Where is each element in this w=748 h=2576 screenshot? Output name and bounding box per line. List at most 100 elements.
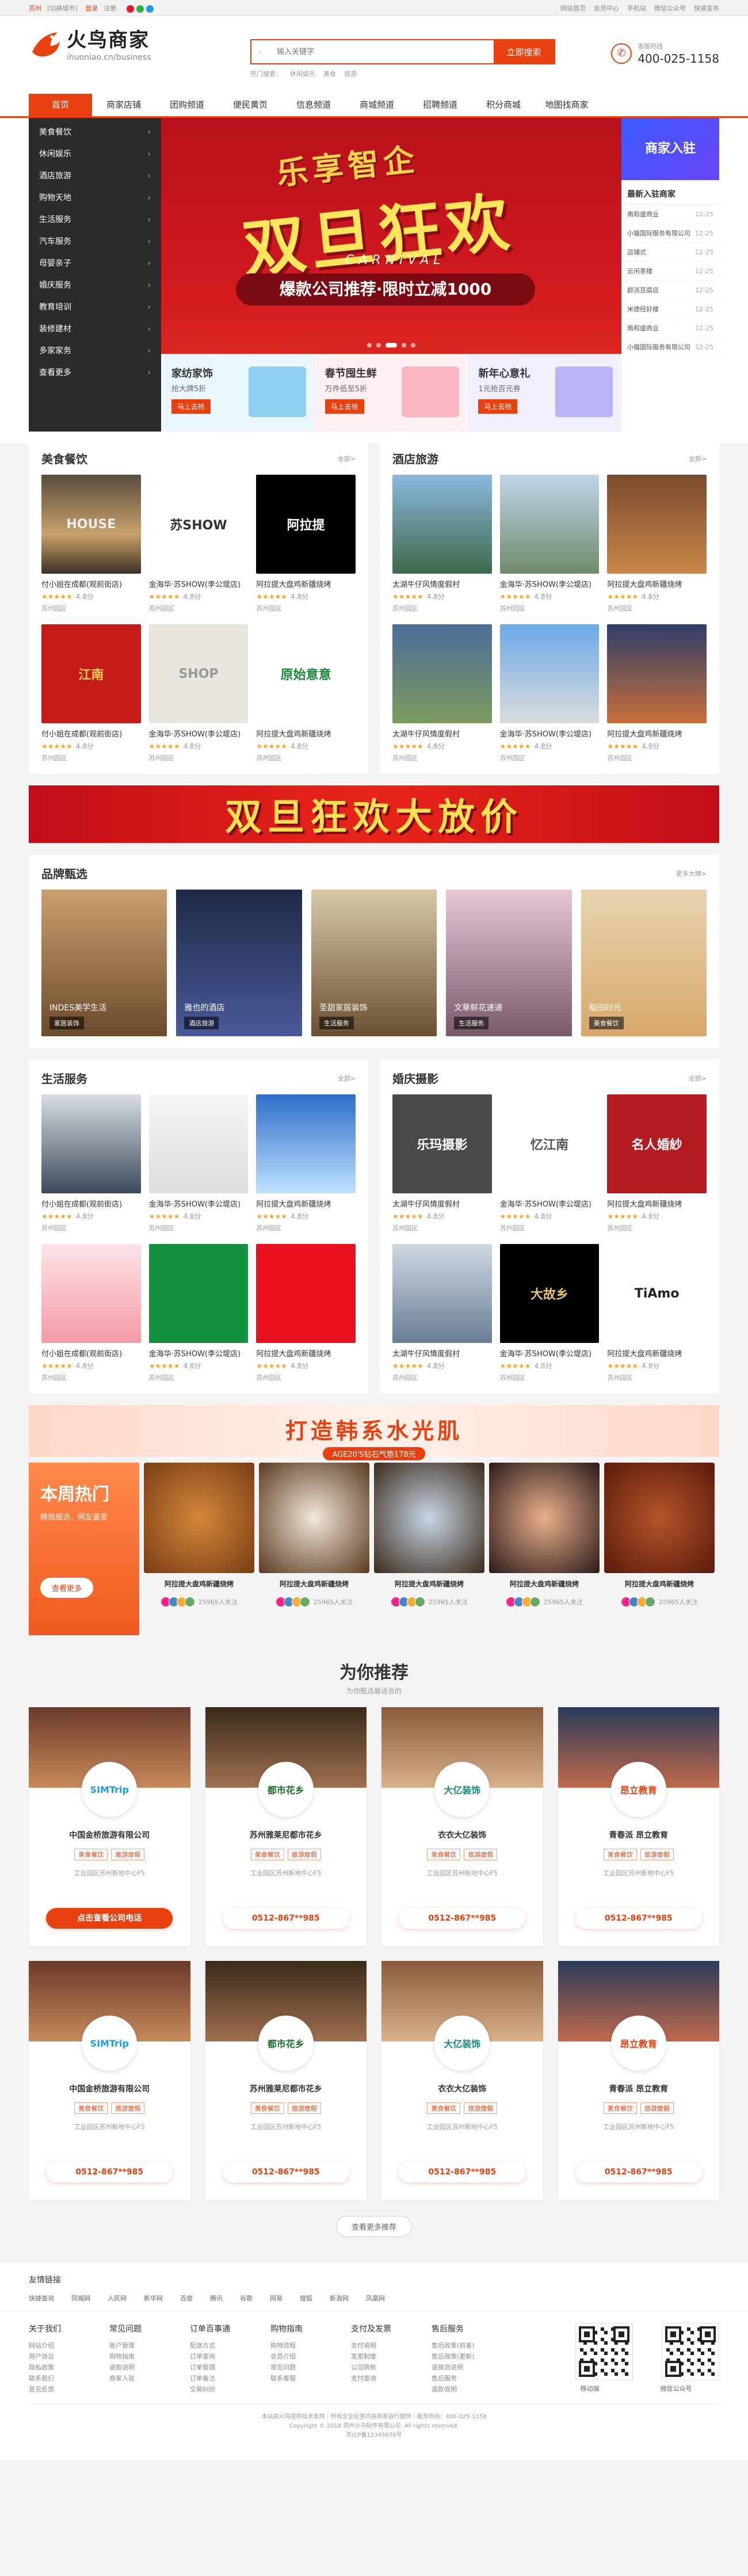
footer-link[interactable]: 配送方式 — [190, 2340, 270, 2351]
phone-button[interactable]: 0512-867**985 — [222, 1908, 349, 1929]
phone-button[interactable]: 0512-867**985 — [222, 2162, 349, 2182]
site-logo[interactable]: 火鸟商家 ihuoniao.cn/business — [29, 29, 151, 62]
phone-button[interactable]: 0512-867**985 — [399, 1908, 526, 1929]
merchant-card[interactable]: 大故乡 金海华·苏SHOW(李公堤店) ★★★★★ 4.8分 苏州园区 — [499, 1244, 600, 1382]
footer-link[interactable]: 发票制度 — [351, 2351, 432, 2362]
new-merchant-item[interactable]: 南和盛商业 12-25 — [621, 205, 719, 224]
brand-card[interactable]: 雅也的酒店 酒店旅游 — [176, 890, 302, 1036]
merchant-card[interactable]: 阿拉提大盘鸡新疆烧烤 ★★★★★ 4.8分 苏州园区 — [256, 1244, 356, 1382]
merchant-card[interactable]: HOUSE 付小姐在成都(观前街店) ★★★★★ 4.8分 苏州园区 — [41, 475, 141, 613]
footer-link[interactable]: 售后政策(前者) — [432, 2340, 512, 2351]
promo-button[interactable]: 马上去抢 — [478, 399, 518, 414]
top-link[interactable]: 手机站 — [627, 5, 646, 12]
brand-card[interactable]: 稻田时光 美食餐饮 — [581, 890, 707, 1036]
phone-button[interactable]: 0512-867**985 — [399, 2162, 526, 2182]
merchant-card[interactable]: 金海华·苏SHOW(李公堤店) ★★★★★ 4.8分 苏州园区 — [499, 624, 600, 762]
hot-item[interactable]: 阿拉提大盘鸡新疆烧烤 25965人关注 — [374, 1463, 484, 1635]
hero-banner[interactable]: 乐享智企 双旦狂欢 CARNIVAL 爆款公司推荐·限时立减1000 家纺家饰抢… — [161, 118, 621, 432]
merchant-card[interactable]: 太湖牛仔风情度假村 ★★★★★ 4.8分 苏州园区 — [392, 1244, 492, 1382]
recommend-card[interactable]: SIMTrip 中国金桥旅游有限公司 美食餐饮 旅游度假 工业园区苏州新地中心F5 051… — [29, 1961, 190, 2200]
footer-link[interactable]: 购物指南 — [109, 2351, 190, 2362]
friend-link[interactable]: 网易 — [270, 2295, 283, 2302]
category-item[interactable]: 婚庆服务 › — [29, 274, 161, 296]
nav-item[interactable]: 地图找商家 — [535, 94, 598, 116]
more-link[interactable]: 全部> — [689, 454, 707, 463]
hot-item[interactable]: 阿拉提大盘鸡新疆烧烤 25965人关注 — [144, 1463, 254, 1635]
category-item[interactable]: 酒店旅游 › — [29, 165, 161, 187]
recommend-card[interactable]: 大亿装饰 衣衣大亿装饰 美食餐饮 旅游度假 工业园区苏州新地中心F5 0512-867**… — [381, 1707, 543, 1946]
category-item[interactable]: 汽车服务 › — [29, 231, 161, 253]
friend-link[interactable]: 腾讯 — [210, 2295, 223, 2302]
search-input[interactable] — [269, 40, 494, 63]
more-link[interactable]: 全部> — [338, 1074, 356, 1083]
nav-item[interactable]: 商家店铺 — [92, 94, 155, 116]
footer-link[interactable]: 公司转账 — [351, 2362, 432, 2373]
nav-item[interactable]: 积分商城 — [472, 94, 535, 116]
ad-banner[interactable]: 双旦狂欢大放价 — [29, 785, 719, 843]
footer-link[interactable]: 支付说明 — [351, 2340, 432, 2351]
brand-card[interactable]: INDES美学生活 家居装饰 — [41, 890, 167, 1036]
recommend-card[interactable]: 昂立教育 青春派 昂立教育 美食餐饮 旅游度假 工业园区苏州新地中心F5 0512-867… — [558, 1961, 719, 2200]
merchant-card[interactable]: 付小姐在成都(观前街店) ★★★★★ 4.8分 苏州园区 — [41, 1094, 141, 1232]
footer-link[interactable]: 用户协议 — [29, 2351, 109, 2362]
nav-item[interactable]: 首页 — [29, 94, 92, 116]
weibo-icon[interactable] — [126, 5, 134, 13]
hot-item[interactable]: 阿拉提大盘鸡新疆烧烤 25965人关注 — [489, 1463, 600, 1635]
recommend-card[interactable]: 都市花乡 苏州雅莱尼都市花乡 美食餐饮 旅游度假 工业园区苏州新地中心F5 0512-86… — [205, 1961, 367, 2200]
hot-word[interactable]: 旅游 — [344, 70, 357, 78]
brand-card[interactable]: 文華鲜花速递 生活服务 — [446, 890, 572, 1036]
nav-item[interactable]: 便民黄页 — [219, 94, 282, 116]
recommend-card[interactable]: SIMTrip 中国金桥旅游有限公司 美食餐饮 旅游度假 工业园区苏州新地中心F5 点击查… — [29, 1707, 190, 1946]
merchant-card[interactable]: 金海华·苏SHOW(李公堤店) ★★★★★ 4.8分 苏州园区 — [499, 475, 600, 613]
top-link[interactable]: 快速发布 — [694, 5, 719, 12]
friend-link[interactable]: 同城网 — [71, 2295, 90, 2302]
nav-item[interactable]: 商城频道 — [345, 94, 409, 116]
new-merchant-item[interactable]: 小猫国际服务有限公司 12-25 — [621, 338, 719, 357]
more-link[interactable]: 全部> — [689, 1074, 707, 1083]
qq-icon[interactable] — [146, 5, 154, 13]
new-merchant-item[interactable]: 店铺式 12-25 — [621, 243, 719, 262]
nav-item[interactable]: 信息频道 — [282, 94, 345, 116]
brand-card[interactable]: 圣甜家居装饰 生活服务 — [311, 890, 437, 1036]
new-merchant-item[interactable]: 小猫国际服务有限公司 12-25 — [621, 224, 719, 243]
hot-item[interactable]: 阿拉提大盘鸡新疆烧烤 25965人关注 — [604, 1463, 715, 1635]
category-item[interactable]: 教育培训 › — [29, 296, 161, 318]
top-link[interactable]: 会员中心 — [594, 5, 619, 12]
merchant-card[interactable]: 苏SHOW 金海华·苏SHOW(李公堤店) ★★★★★ 4.8分 苏州园区 — [148, 475, 249, 613]
promo-card[interactable]: 家纺家饰 抢大牌5折 马上去抢 — [161, 354, 315, 432]
login-link[interactable]: 登录 — [85, 5, 98, 12]
new-merchant-item[interactable]: 南和盛商业 12-25 — [621, 319, 719, 338]
recommend-card[interactable]: 都市花乡 苏州雅莱尼都市花乡 美食餐饮 旅游度假 工业园区苏州新地中心F5 0512-86… — [205, 1707, 367, 1946]
weekly-more-button[interactable]: 查看更多 — [40, 1578, 94, 1598]
footer-link[interactable]: 联系我们 — [29, 2373, 109, 2384]
footer-link[interactable]: 售后服务 — [432, 2373, 512, 2384]
merchant-card[interactable]: 阿拉提大盘鸡新疆烧烤 ★★★★★ 4.8分 苏州园区 — [607, 475, 707, 613]
friend-link[interactable]: 凤凰网 — [366, 2295, 385, 2302]
friend-link[interactable]: 谷歌 — [240, 2295, 253, 2302]
phone-button[interactable]: 点击查看公司电话 — [46, 1908, 173, 1929]
category-item[interactable]: 购物天地 › — [29, 187, 161, 209]
footer-link[interactable]: 退款说明 — [109, 2362, 190, 2373]
more-recommend-button[interactable]: 查看更多推荐 — [335, 2216, 412, 2237]
footer-link[interactable]: 网站介绍 — [29, 2340, 109, 2351]
friend-link[interactable]: 新浪网 — [330, 2295, 349, 2302]
phone-button[interactable]: 0512-867**985 — [46, 2162, 173, 2182]
merchant-card[interactable]: SHOP 金海华·苏SHOW(李公堤店) ★★★★★ 4.8分 苏州园区 — [148, 624, 249, 762]
more-link[interactable]: 全部> — [338, 454, 356, 463]
merchant-join-button[interactable]: 商家入驻 — [621, 118, 719, 180]
search-button[interactable]: 立即搜索 — [494, 40, 554, 63]
footer-link[interactable]: 账户管理 — [109, 2340, 190, 2351]
merchant-card[interactable]: 名人婚紗 阿拉提大盘鸡新疆烧烤 ★★★★★ 4.8分 苏州园区 — [607, 1094, 707, 1232]
phone-button[interactable]: 0512-867**985 — [575, 1908, 702, 1929]
more-link[interactable]: 更多大牌> — [676, 869, 707, 878]
merchant-card[interactable]: 阿拉提大盘鸡新疆烧烤 ★★★★★ 4.8分 苏州园区 — [256, 1094, 356, 1232]
cosmetics-ad[interactable]: 打造韩系水光肌 AGE20'S钻石气垫178元 — [29, 1405, 719, 1460]
promo-button[interactable]: 马上去抢 — [171, 399, 211, 414]
friend-link[interactable]: 搜狐 — [300, 2295, 312, 2302]
hot-word[interactable]: 休闲娱乐 — [290, 70, 315, 78]
footer-link[interactable]: 隐私政策 — [29, 2362, 109, 2373]
footer-link[interactable]: 订单查询 — [190, 2351, 270, 2362]
footer-link[interactable]: 订单备注 — [190, 2373, 270, 2384]
promo-button[interactable]: 马上去抢 — [325, 399, 364, 414]
wechat-icon[interactable] — [136, 5, 144, 13]
